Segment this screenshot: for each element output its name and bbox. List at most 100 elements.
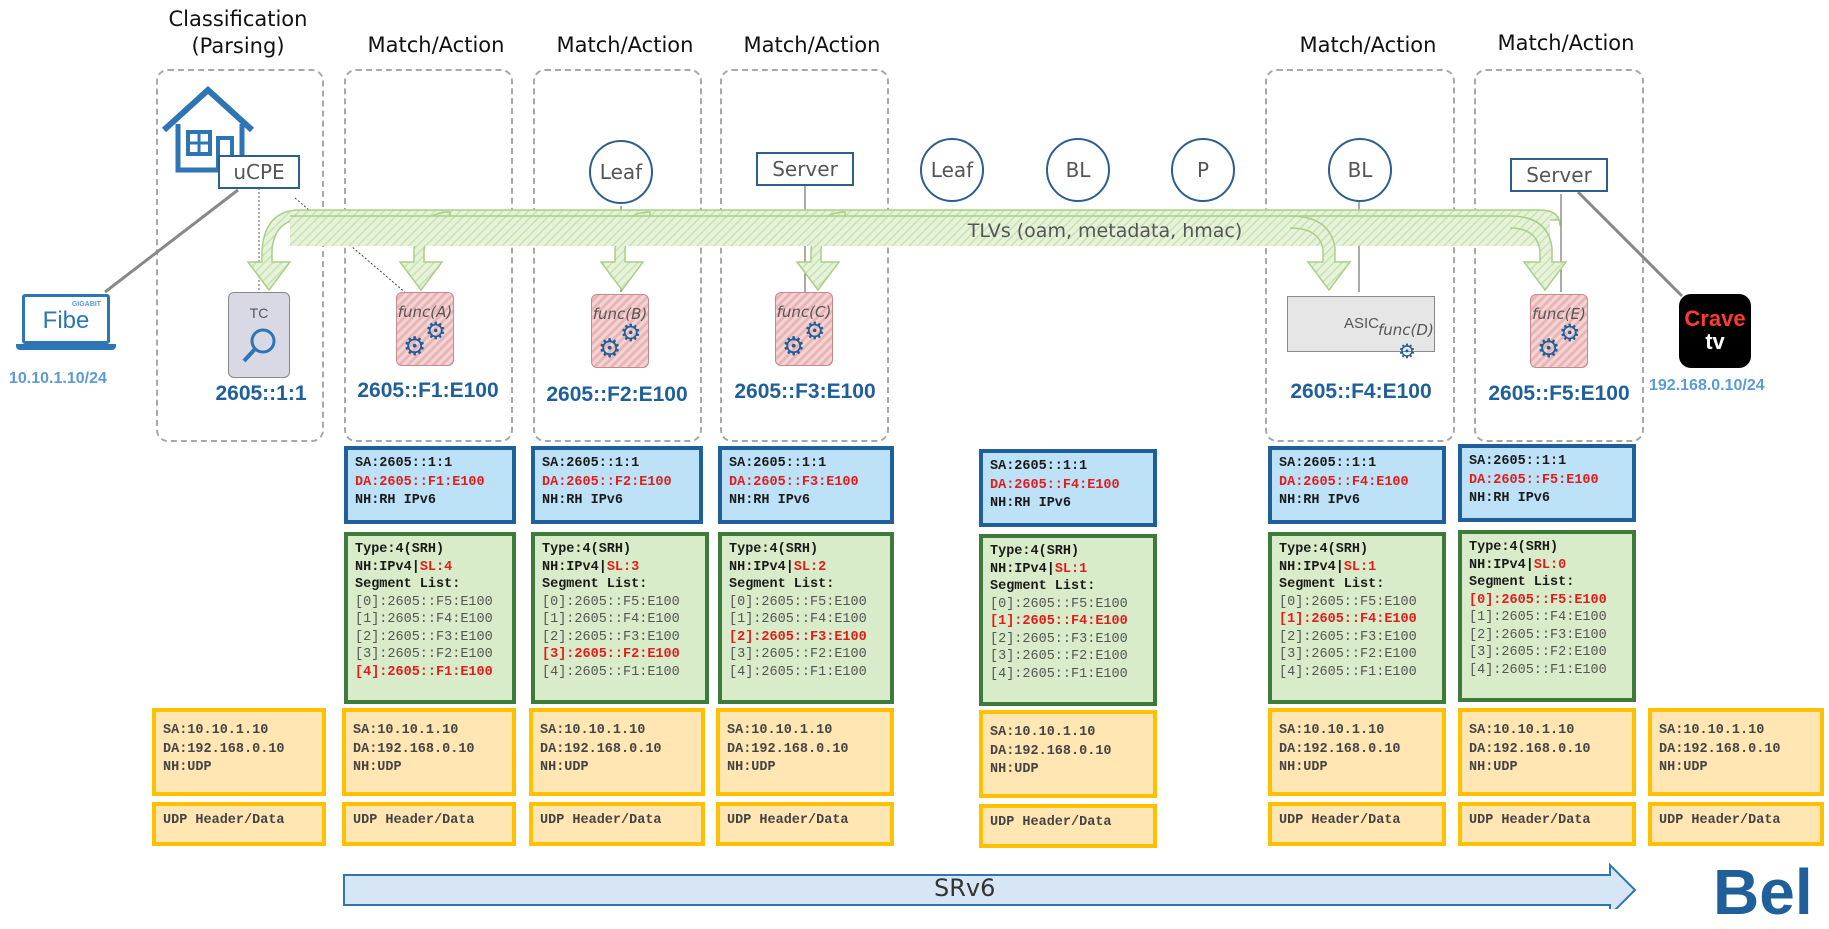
ipv6-sa: SA:2605::1:1 (542, 456, 640, 471)
address-f2: 2605::F2:E100 (546, 383, 688, 406)
ipv6-nh: NH:RH IPv6 (542, 493, 624, 508)
srh-nh: NH:IPv4| (542, 559, 607, 575)
brand-logo-partial: Bel (1713, 856, 1813, 928)
srh-segment: [3]:2605::F2:E100 (1279, 647, 1417, 662)
srh-header: Type:4(SRH) NH:IPv4|SL:3 Segment List: [0]:… (531, 532, 709, 704)
ipv4-header: SA:10.10.1.10 DA:192.168.0.10 NH:UDP (979, 710, 1157, 798)
srh-segment: [3]:2605::F2:E100 (355, 647, 493, 662)
srh-segments-left: SL:4 (419, 559, 453, 575)
srh-segment: [0]:2605::F5:E100 (990, 596, 1128, 612)
address-tc: 2605::1:1 (215, 382, 307, 405)
srh-segment: [0]:2605::F5:E100 (1279, 594, 1417, 610)
srh-segment: [3]:2605::F2:E100 (990, 649, 1128, 664)
srh-segment: [4]:2605::F1:E100 (355, 664, 493, 680)
gear-icon: ⚙ (1537, 333, 1561, 363)
srh-segments-left: SL:2 (793, 559, 827, 575)
srh-segment: [0]:2605::F5:E100 (1469, 592, 1607, 608)
ipv4-sa: SA:10.10.1.10 (1279, 723, 1385, 738)
ipv4-da: DA:192.168.0.10 (1279, 741, 1401, 757)
ipv6-da: DA:2605::F5:E100 (1469, 472, 1599, 488)
ipv4-header: SA:10.10.1.10 DA:192.168.0.10 NH:UDP (716, 708, 894, 796)
ipv6-header: SA:2605::1:1 DA:2605::F1:E100 NH:RH IPv6 (344, 446, 516, 524)
ipv4-nh: NH:UDP (1659, 760, 1708, 775)
func-b-card: func(B) ⚙ ⚙ (591, 294, 649, 368)
magnifier-icon (242, 328, 276, 363)
srh-type: Type:4(SRH) (355, 542, 445, 557)
srh-segment-list-label: Segment List: (1469, 575, 1575, 590)
srh-segment-list-label: Segment List: (990, 579, 1096, 594)
gear-icon: ⚙ (403, 331, 427, 361)
ipv6-nh: NH:RH IPv6 (355, 493, 437, 508)
srh-next-header: NH:IPv4|SL:1 (990, 561, 1146, 579)
asic-label: ASIC (1344, 315, 1380, 332)
srh-segment: [3]:2605::F2:E100 (1469, 645, 1607, 660)
gear-icon: ⚙ (782, 331, 806, 361)
node-p: P (1171, 138, 1235, 202)
srh-segment: [2]:2605::F3:E100 (1279, 629, 1417, 645)
srh-next-header: NH:IPv4|SL:2 (729, 559, 883, 577)
srh-segment: [0]:2605::F5:E100 (729, 594, 867, 610)
ipv4-nh: NH:UDP (163, 760, 212, 775)
node-bl-2: BL (1328, 138, 1392, 202)
link-server-cravetv (1576, 190, 1684, 298)
srh-segment: [2]:2605::F3:E100 (1469, 627, 1607, 643)
ipv4-sa: SA:10.10.1.10 (990, 725, 1096, 740)
ipv4-nh: NH:UDP (990, 762, 1039, 777)
node-leaf-1: Leaf (589, 140, 653, 204)
gear-icon: ⚙ (1398, 341, 1416, 363)
srh-nh: NH:IPv4| (355, 559, 420, 575)
srh-type: Type:4(SRH) (729, 542, 819, 557)
asic-card: ASIC func(D) ⚙ (1287, 296, 1435, 363)
ipv6-header: SA:2605::1:1 DA:2605::F5:E100 NH:RH IPv6 (1458, 444, 1636, 522)
udp-header: UDP Header/Data (1648, 802, 1824, 846)
right-endpoint-ip: 192.168.0.10/24 (1649, 377, 1765, 394)
ipv6-nh: NH:RH IPv6 (990, 496, 1072, 511)
ipv4-sa: SA:10.10.1.10 (1659, 723, 1765, 738)
ipv6-da: DA:2605::F2:E100 (542, 474, 672, 490)
srh-type: Type:4(SRH) (542, 542, 632, 557)
fibe-laptop-icon: GIGABIT Fibe (16, 294, 116, 350)
srh-segment: [4]:2605::F1:E100 (990, 666, 1128, 682)
srh-nh: NH:IPv4| (1279, 559, 1344, 575)
ipv4-nh: NH:UDP (727, 760, 776, 775)
srh-segment: [3]:2605::F2:E100 (729, 647, 867, 662)
ipv6-da: DA:2605::F3:E100 (729, 474, 859, 490)
udp-header: UDP Header/Data (529, 802, 705, 846)
tc-classifier-card: TC (228, 292, 290, 378)
srh-segment: [0]:2605::F5:E100 (355, 594, 493, 610)
ipv4-header: SA:10.10.1.10 DA:192.168.0.10 NH:UDP (152, 708, 326, 796)
srh-segment: [4]:2605::F1:E100 (1469, 662, 1607, 678)
ipv6-header: SA:2605::1:1 DA:2605::F3:E100 NH:RH IPv6 (718, 446, 894, 524)
srh-segment: [2]:2605::F3:E100 (990, 631, 1128, 647)
srh-type: Type:4(SRH) (1279, 542, 1369, 557)
udp-header: UDP Header/Data (152, 802, 326, 846)
srh-segment: [4]:2605::F1:E100 (729, 664, 867, 680)
udp-header: UDP Header/Data (1268, 802, 1446, 846)
left-endpoint-ip: 10.10.1.10/24 (9, 370, 107, 387)
ipv4-da: DA:192.168.0.10 (353, 741, 475, 757)
srh-segments-left: SL:1 (1343, 559, 1377, 575)
ipv4-header: SA:10.10.1.10 DA:192.168.0.10 NH:UDP (529, 708, 705, 796)
srh-segment: [0]:2605::F5:E100 (542, 594, 680, 610)
ipv6-da: DA:2605::F1:E100 (355, 474, 485, 490)
srh-segment-list-label: Segment List: (1279, 577, 1385, 592)
ipv4-nh: NH:UDP (1469, 760, 1518, 775)
srh-next-header: NH:IPv4|SL:1 (1279, 559, 1435, 577)
ipv4-nh: NH:UDP (353, 760, 402, 775)
srh-segment: [2]:2605::F3:E100 (729, 629, 867, 645)
ipv6-nh: NH:RH IPv6 (1279, 493, 1361, 508)
ipv6-header: SA:2605::1:1 DA:2605::F4:E100 NH:RH IPv6 (1268, 446, 1446, 524)
func-c-card: func(C) ⚙ ⚙ (775, 292, 833, 366)
ipv6-sa: SA:2605::1:1 (1279, 456, 1377, 471)
fibe-logo: Fibe (42, 307, 90, 334)
srh-header: Type:4(SRH) NH:IPv4|SL:0 Segment List: [0]:… (1458, 530, 1636, 702)
srh-next-header: NH:IPv4|SL:3 (542, 559, 698, 577)
ipv4-sa: SA:10.10.1.10 (353, 723, 459, 738)
udp-header: UDP Header/Data (342, 802, 516, 846)
ipv6-da: DA:2605::F4:E100 (990, 477, 1120, 493)
srh-header: Type:4(SRH) NH:IPv4|SL:2 Segment List: [0]:… (718, 532, 894, 704)
srh-header: Type:4(SRH) NH:IPv4|SL:4 Segment List: [0]:… (344, 532, 516, 704)
srh-header: Type:4(SRH) NH:IPv4|SL:1 Segment List: [0]:… (979, 534, 1157, 706)
srh-type: Type:4(SRH) (1469, 540, 1559, 555)
srh-header: Type:4(SRH) NH:IPv4|SL:1 Segment List: [0]:… (1268, 532, 1446, 704)
